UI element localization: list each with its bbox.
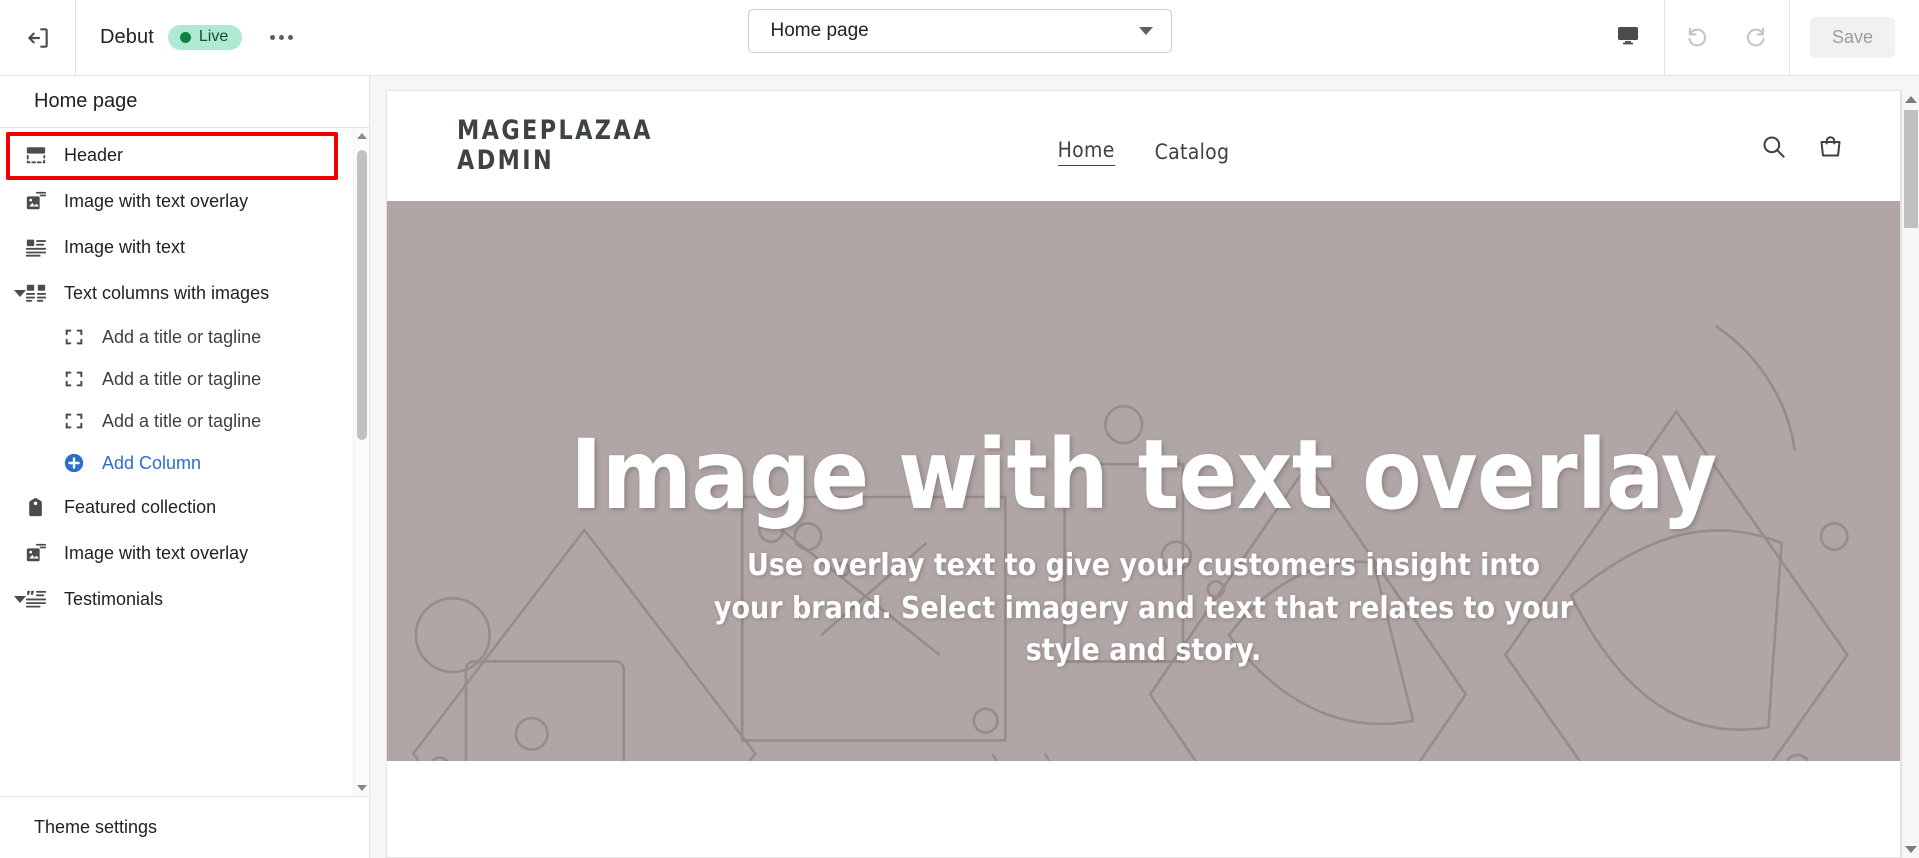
page-selector-value: Home page (770, 20, 869, 41)
editor-body: Home page Header Image with text overlay I… (0, 76, 1919, 858)
scroll-down-arrow-icon (356, 785, 367, 791)
sidebar-section-list: Header Image with text overlay Image with … (0, 132, 369, 622)
shopping-bag-icon[interactable] (1817, 133, 1844, 160)
preview-scroll-up-button[interactable] (1902, 90, 1919, 108)
top-toolbar: Debut Live Home page Save (0, 0, 1919, 76)
preview-scrollbar[interactable] (1901, 90, 1919, 858)
sections-sidebar: Home page Header Image with text overlay I… (0, 76, 370, 858)
sidebar-item-add-column[interactable]: Add Column (0, 442, 351, 484)
frame-corners-icon (62, 367, 86, 391)
store-logo[interactable]: MAGEPLAZAA ADMIN (457, 114, 653, 176)
sidebar-item-label: Header (64, 144, 124, 165)
sidebar-scrollbar[interactable] (353, 128, 369, 796)
sidebar-item-label: Add Column (102, 452, 202, 473)
sidebar-scrollbar-thumb[interactable] (357, 150, 367, 440)
sidebar-item-add-a-title-or-tagline[interactable]: Add a title or tagline (0, 316, 351, 358)
sidebar-scroll-down-button[interactable] (354, 780, 369, 796)
hero-subtitle: Use overlay text to give your customers … (713, 548, 1574, 669)
store-logo-line1: MAGEPLAZAA (457, 114, 653, 146)
exit-editor-button[interactable] (0, 0, 76, 76)
sidebar-item-label: Add a title or tagline (102, 368, 262, 389)
sidebar-item-add-a-title-or-tagline[interactable]: Add a title or tagline (0, 400, 351, 442)
store-nav-link-home[interactable]: Home (1057, 138, 1115, 166)
save-button-wrap: Save (1790, 17, 1919, 58)
store-preview-frame: MAGEPLAZAA ADMIN Home Catalog Image with… (386, 90, 1901, 858)
hero-text-block: Image with text overlay Use overlay text… (387, 427, 1900, 673)
theme-name: Debut (100, 26, 154, 48)
preview-scrollbar-thumb[interactable] (1904, 110, 1918, 228)
theme-editor-app: Debut Live Home page Save Home page Head… (0, 0, 1919, 858)
theme-settings-label: Theme settings (34, 817, 158, 837)
store-nav: Home Catalog (1057, 138, 1230, 166)
header-bar-icon (24, 143, 48, 167)
scroll-up-arrow-icon (356, 133, 367, 139)
ellipsis-icon-dot (279, 35, 285, 40)
sidebar-scroll-up-button[interactable] (354, 128, 369, 144)
quote-lines-icon (24, 587, 48, 611)
store-header: MAGEPLAZAA ADMIN Home Catalog (387, 91, 1900, 201)
frame-corners-icon (62, 409, 86, 433)
desktop-monitor-icon (1616, 23, 1640, 52)
sidebar-item-featured-collection[interactable]: Featured collection (0, 484, 351, 530)
save-button[interactable]: Save (1809, 17, 1895, 58)
selection-highlight-box (6, 132, 338, 180)
page-selector[interactable]: Home page (747, 9, 1172, 53)
page-selector-wrap: Home page (747, 9, 1172, 53)
ellipsis-icon-dot (288, 35, 294, 40)
sidebar-item-image-with-text-overlay[interactable]: Image with text overlay (0, 178, 351, 224)
sidebar-item-label: Image with text overlay (64, 542, 249, 563)
sidebar-item-label: Featured collection (64, 496, 217, 517)
sidebar-item-testimonials[interactable]: Testimonials (0, 576, 351, 622)
price-tag-icon (24, 495, 48, 519)
hero-image-with-text-overlay: Image with text overlay Use overlay text… (387, 201, 1900, 761)
sidebar-page-title: Home page (0, 76, 369, 128)
undo-button[interactable] (1665, 0, 1727, 76)
sidebar-item-text-columns-with-images[interactable]: Text columns with images (0, 270, 351, 316)
image-text-overlay-icon (24, 189, 48, 213)
store-logo-line2: ADMIN (457, 145, 555, 176)
store-preview-panel: MAGEPLAZAA ADMIN Home Catalog Image with… (370, 76, 1919, 858)
sidebar-item-label: Text columns with images (64, 282, 270, 303)
ellipsis-icon-dot (270, 35, 276, 40)
exit-left-icon (25, 25, 51, 51)
sidebar-item-label: Testimonials (64, 588, 164, 609)
chevron-down-icon (1138, 27, 1153, 35)
undo-arrow-icon (1682, 22, 1709, 54)
sidebar-scroll-area: Header Image with text overlay Image with … (0, 128, 369, 796)
scroll-up-arrow-icon (1904, 95, 1917, 103)
live-status-dot (179, 31, 191, 43)
redo-arrow-icon (1744, 22, 1771, 54)
plus-circle-icon (62, 451, 86, 475)
theme-settings-button[interactable]: Theme settings (0, 796, 369, 858)
status-badge-label: Live (198, 28, 229, 45)
sidebar-item-label: Image with text (64, 236, 186, 257)
image-text-overlay-icon (24, 541, 48, 565)
sidebar-item-image-with-text-overlay[interactable]: Image with text overlay (0, 530, 351, 576)
sidebar-item-label: Image with text overlay (64, 190, 249, 211)
columns-grid-icon (24, 281, 48, 305)
status-badge: Live (167, 25, 243, 50)
redo-button[interactable] (1727, 0, 1789, 76)
collapse-triangle-icon[interactable] (14, 289, 26, 297)
store-nav-link-catalog[interactable]: Catalog (1155, 140, 1230, 164)
sidebar-item-add-a-title-or-tagline[interactable]: Add a title or tagline (0, 358, 351, 400)
top-toolbar-actions: Save (1592, 0, 1919, 76)
collapse-triangle-icon[interactable] (14, 595, 26, 603)
sidebar-item-label: Add a title or tagline (102, 326, 262, 347)
preview-scroll-down-button[interactable] (1902, 840, 1919, 858)
store-header-actions (1760, 133, 1844, 160)
frame-corners-icon (62, 325, 86, 349)
sidebar-item-label: Add a title or tagline (102, 410, 262, 431)
device-preview-button[interactable] (1592, 0, 1664, 76)
image-with-text-icon (24, 235, 48, 259)
sidebar-item-image-with-text[interactable]: Image with text (0, 224, 351, 270)
search-icon[interactable] (1760, 133, 1787, 160)
hero-title: Image with text overlay (570, 419, 1717, 531)
sidebar-item-header[interactable]: Header (0, 132, 351, 180)
scroll-down-arrow-icon (1904, 845, 1917, 853)
theme-info-group: Debut Live (76, 25, 301, 50)
more-actions-button[interactable] (262, 25, 301, 50)
